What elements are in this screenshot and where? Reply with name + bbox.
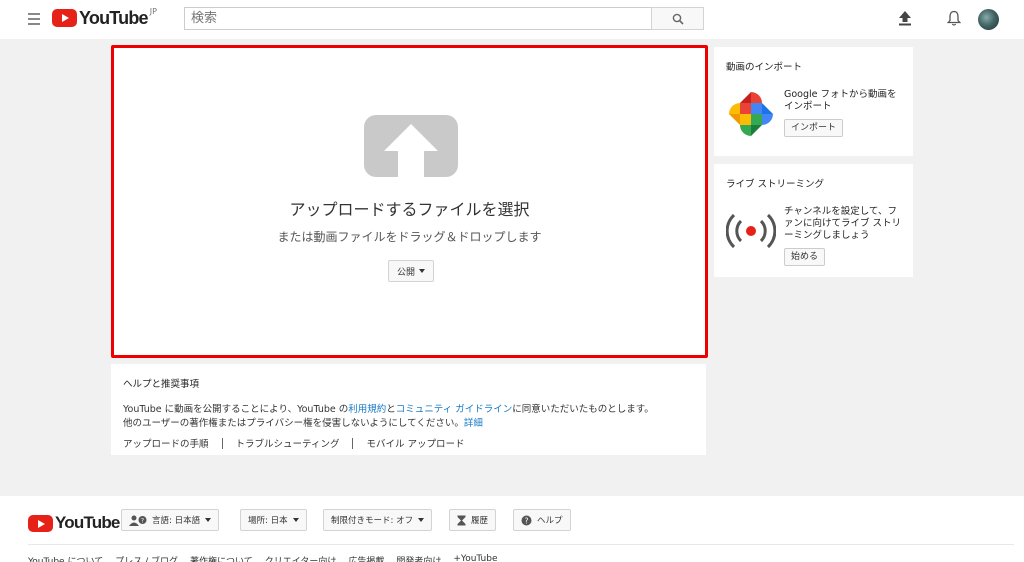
- footer-link[interactable]: 広告掲載: [348, 554, 384, 562]
- footer-links: YouTube について プレス / ブログ 著作権について クリエイター向け …: [28, 554, 498, 562]
- chevron-down-icon: [419, 269, 425, 273]
- import-title: 動画のインポート: [726, 62, 803, 73]
- import-body: Google フォトから動画をインポート インポート: [784, 89, 904, 137]
- upload-instructions-link[interactable]: アップロードの手順: [123, 436, 209, 450]
- help-text-part: に同意いただいたものとします。: [512, 404, 654, 415]
- region-label: JP: [149, 7, 157, 16]
- search-bar: [184, 7, 704, 30]
- footer-link[interactable]: 著作権について: [190, 554, 253, 562]
- history-button[interactable]: 履歴: [449, 509, 497, 531]
- footer: YouTube ? 言語: 日本語 場所: 日本 制限付きモード: オフ 履歴 …: [0, 496, 1024, 562]
- play-logo-icon: [28, 514, 53, 532]
- divider: [352, 437, 354, 449]
- search-icon: [672, 13, 684, 25]
- play-logo-icon: [52, 9, 77, 27]
- youtube-logo[interactable]: YouTube JP: [52, 7, 157, 28]
- details-link[interactable]: 詳細: [464, 418, 483, 429]
- footer-youtube-logo[interactable]: YouTube: [28, 513, 120, 533]
- upload-icon[interactable]: [898, 10, 912, 26]
- import-card: 動画のインポート Google フォトから動画をインポート インポート: [714, 47, 913, 156]
- guidelines-link[interactable]: コミュニティ ガイドライン: [396, 404, 512, 415]
- help-label: ヘルプ: [537, 516, 563, 526]
- svg-text:?: ?: [525, 516, 529, 525]
- restricted-mode-label: 制限付きモード: オフ: [331, 516, 414, 526]
- footer-link[interactable]: +YouTube: [453, 554, 497, 562]
- restricted-mode-button[interactable]: 制限付きモード: オフ: [323, 509, 433, 531]
- footer-link[interactable]: クリエイター向け: [265, 554, 337, 562]
- search-button[interactable]: [651, 7, 704, 30]
- footer-link[interactable]: プレス / ブログ: [115, 554, 178, 562]
- privacy-dropdown[interactable]: 公開: [388, 260, 434, 282]
- help-panel: ヘルプと推奨事項 YouTube に動画を公開することにより、YouTube の…: [111, 364, 706, 455]
- live-streaming-card: ライブ ストリーミング チャンネルを設定して、ファンに向けてライブ ストリーミン…: [714, 164, 913, 277]
- privacy-label: 公開: [396, 267, 415, 278]
- help-title: ヘルプと推奨事項: [123, 379, 200, 390]
- help-text-part: と: [386, 404, 396, 415]
- bell-icon[interactable]: [947, 10, 961, 27]
- footer-link[interactable]: 開発者向け: [396, 554, 441, 562]
- help-links: アップロードの手順 トラブルシューティング モバイル アップロード: [123, 436, 694, 450]
- chevron-down-icon: [418, 518, 425, 522]
- language-icon: ?: [129, 515, 147, 526]
- divider: [28, 544, 1014, 545]
- menu-icon[interactable]: [28, 13, 40, 25]
- footer-logo-text: YouTube: [55, 513, 120, 532]
- language-button[interactable]: ? 言語: 日本語: [121, 509, 220, 531]
- start-live-button[interactable]: 始める: [784, 248, 826, 266]
- help-text: YouTube に動画を公開することにより、YouTube の利用規約とコミュニ…: [123, 403, 694, 431]
- avatar[interactable]: [978, 9, 999, 30]
- help-button[interactable]: ? ヘルプ: [513, 509, 571, 531]
- upload-arrow-icon[interactable]: [364, 115, 458, 177]
- upload-title[interactable]: アップロードするファイルを選択: [114, 196, 705, 220]
- location-label: 場所: 日本: [248, 516, 288, 526]
- live-body: チャンネルを設定して、ファンに向けてライブ ストリーミングしましょう 始める: [784, 206, 902, 266]
- live-title: ライブ ストリーミング: [726, 179, 825, 190]
- top-bar: YouTube JP: [0, 0, 1024, 39]
- help-text-part: YouTube に動画を公開することにより、YouTube の: [123, 404, 349, 415]
- mobile-upload-link[interactable]: モバイル アップロード: [366, 436, 464, 450]
- chevron-down-icon: [205, 518, 212, 522]
- divider: [221, 437, 223, 449]
- hourglass-icon: [457, 515, 466, 525]
- footer-link[interactable]: YouTube について: [28, 554, 103, 562]
- terms-link[interactable]: 利用規約: [348, 404, 386, 415]
- svg-text:?: ?: [141, 517, 144, 524]
- location-button[interactable]: 場所: 日本: [240, 509, 307, 531]
- language-label: 言語: 日本語: [152, 516, 201, 526]
- upload-subtitle: または動画ファイルをドラッグ＆ドロップします: [277, 230, 542, 244]
- history-label: 履歴: [471, 516, 489, 526]
- search-input[interactable]: [184, 7, 651, 30]
- upload-dropzone[interactable]: アップロードするファイルを選択 または動画ファイルをドラッグ＆ドロップします 公…: [111, 45, 708, 358]
- live-broadcast-icon: [726, 213, 776, 249]
- import-description: Google フォトから動画をインポート: [784, 89, 897, 112]
- troubleshooting-link[interactable]: トラブルシューティング: [236, 436, 340, 450]
- chevron-down-icon: [292, 518, 299, 522]
- import-button[interactable]: インポート: [784, 119, 844, 137]
- logo-text: YouTube: [79, 8, 149, 28]
- help-icon: ?: [521, 515, 532, 525]
- google-photos-icon: [729, 92, 773, 136]
- live-description: チャンネルを設定して、ファンに向けてライブ ストリーミングしましょう: [784, 206, 902, 241]
- help-text-part: 他のユーザーの著作権またはプライバシー権を侵害しないようにしてください。: [123, 418, 464, 429]
